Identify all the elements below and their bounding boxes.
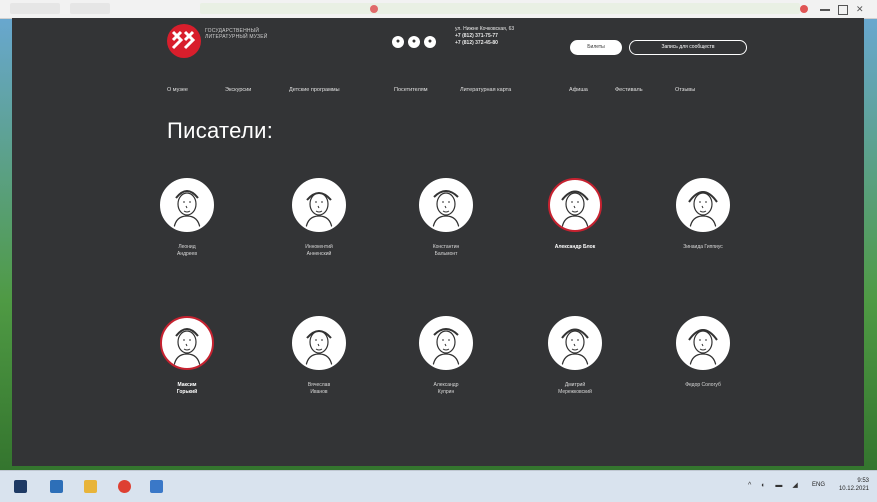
- logo-text: ГОСУДАРСТВЕННЫЙ ЛИТЕРАТУРНЫЙ МУЗЕЙ: [205, 28, 268, 40]
- vk-icon[interactable]: ●: [392, 36, 404, 48]
- writer-name-line1: Вячеслав: [307, 382, 331, 388]
- writer-name[interactable]: Иннокентий Анненский: [274, 244, 364, 258]
- writer-name[interactable]: Федор Сологуб: [658, 382, 748, 389]
- writer-card[interactable]: Максим Горький: [142, 316, 232, 396]
- writer-name-line1: Зинаида Гиппиус: [683, 244, 723, 250]
- writer-portrait[interactable]: [160, 178, 214, 232]
- writer-card[interactable]: Леонид Андреев: [142, 178, 232, 258]
- clock-date: 10.12.2021: [838, 486, 869, 492]
- profile-icon[interactable]: [800, 5, 808, 13]
- app-icon[interactable]: [150, 480, 163, 493]
- browser-toolbar: ✕: [0, 0, 877, 19]
- chat-icon[interactable]: ●: [408, 36, 420, 48]
- writer-portrait[interactable]: [419, 316, 473, 370]
- writer-card[interactable]: Александр Блок: [530, 178, 620, 251]
- writer-name-line1: Дмитрий: [564, 382, 586, 388]
- phone-1[interactable]: +7 (812) 371-75-77: [455, 33, 514, 40]
- logo-mark-icon: [171, 30, 196, 50]
- writer-portrait[interactable]: [419, 178, 473, 232]
- writer-name[interactable]: Максим Горький: [142, 382, 232, 396]
- nav-item-visitors[interactable]: Посетителям: [394, 84, 428, 96]
- writer-name-line2: Мережковский: [558, 389, 592, 395]
- contacts-block: ул. Нижне Кочковская, 63 +7 (812) 371-75…: [455, 26, 514, 47]
- writer-name-line2: Андреев: [176, 251, 197, 257]
- writer-name-line1: Константин: [432, 244, 460, 250]
- portrait-sketch-icon: [561, 190, 589, 229]
- portrait-sketch-icon: [305, 330, 333, 367]
- nav-item-events[interactable]: Афиша: [569, 84, 588, 96]
- taskbar: ^ ◐ ▬ ◢ ENG 9:53 10.12.2021: [0, 470, 877, 502]
- writer-portrait[interactable]: [548, 178, 602, 232]
- writer-card[interactable]: Вячеслав Иванов: [274, 316, 364, 396]
- writer-card[interactable]: Дмитрий Мережковский: [530, 316, 620, 396]
- writer-name[interactable]: Вячеслав Иванов: [274, 382, 364, 396]
- writer-name-line1: Иннокентий: [305, 244, 333, 250]
- clock[interactable]: 9:53 10.12.2021: [839, 477, 869, 493]
- writer-name[interactable]: Константин Бальмонт: [401, 244, 491, 258]
- phone-2[interactable]: +7 (812) 372-45-80: [455, 40, 514, 47]
- writer-name[interactable]: Александр Блок: [530, 244, 620, 251]
- minimize-icon[interactable]: [820, 9, 830, 11]
- address-bar[interactable]: [200, 3, 800, 14]
- writer-card[interactable]: Зинаида Гиппиус: [658, 178, 748, 251]
- nav-item-about[interactable]: О музее: [167, 84, 188, 96]
- writer-name[interactable]: Зинаида Гиппиус: [658, 244, 748, 251]
- start-icon[interactable]: [14, 480, 27, 493]
- writer-name-line2: Бальмонт: [434, 251, 458, 257]
- writer-name-line1: Федор Сологуб: [685, 382, 721, 388]
- writer-name-line1: Максим: [177, 382, 197, 388]
- nav-item-excursions[interactable]: Экскурсии: [225, 84, 251, 96]
- portrait-sketch-icon: [173, 328, 201, 367]
- writer-name[interactable]: Александр Куприн: [401, 382, 491, 396]
- close-icon[interactable]: ✕: [856, 5, 865, 14]
- portrait-sketch-icon: [561, 328, 589, 367]
- writer-portrait[interactable]: [676, 316, 730, 370]
- browser-tab[interactable]: [10, 3, 60, 14]
- writer-name-line1: Александр Блок: [554, 244, 596, 250]
- system-tray-icons[interactable]: ^ ◐ ▬ ◢: [748, 481, 802, 489]
- nav-item-reviews[interactable]: Отзывы: [675, 84, 695, 96]
- writer-card[interactable]: Константин Бальмонт: [401, 178, 491, 258]
- page-title: Писатели:: [167, 118, 274, 143]
- subscription-button[interactable]: Запись для сообществ: [629, 40, 747, 55]
- portrait-sketch-icon: [173, 190, 201, 229]
- portrait-sketch-icon: [305, 192, 333, 229]
- portrait-sketch-icon: [432, 328, 460, 367]
- nav-item-festival[interactable]: Фестиваль: [615, 84, 643, 96]
- writer-card[interactable]: Александр Куприн: [401, 316, 491, 396]
- portrait-sketch-icon: [688, 191, 718, 229]
- chrome-icon[interactable]: [118, 480, 131, 493]
- file-explorer-icon[interactable]: [84, 480, 97, 493]
- writer-portrait[interactable]: [292, 178, 346, 232]
- writer-name-line2: Горький: [176, 389, 198, 395]
- web-page: ГОСУДАРСТВЕННЫЙ ЛИТЕРАТУРНЫЙ МУЗЕЙ ● ● ●…: [12, 18, 864, 466]
- writer-card[interactable]: Иннокентий Анненский: [274, 178, 364, 258]
- clock-time: 9:53: [857, 478, 869, 484]
- museum-logo[interactable]: [167, 24, 201, 58]
- writer-portrait[interactable]: [548, 316, 602, 370]
- portrait-sketch-icon: [688, 329, 718, 367]
- maximize-icon[interactable]: [838, 5, 848, 15]
- language-indicator[interactable]: ENG: [812, 482, 825, 488]
- writer-portrait[interactable]: [676, 178, 730, 232]
- address-text: ул. Нижне Кочковская, 63: [455, 26, 515, 32]
- writer-name-line2: Иванов: [310, 389, 328, 395]
- nav-item-literary-map[interactable]: Литературная карта: [460, 84, 511, 96]
- task-view-icon[interactable]: [50, 480, 63, 493]
- writer-name-line1: Александр: [433, 382, 459, 388]
- nav-item-kids[interactable]: Детские программы: [289, 84, 340, 96]
- writer-portrait[interactable]: [160, 316, 214, 370]
- portrait-sketch-icon: [432, 190, 460, 229]
- writer-name-line2: Анненский: [306, 251, 332, 257]
- writer-name[interactable]: Дмитрий Мережковский: [530, 382, 620, 396]
- tickets-button[interactable]: Билеты: [570, 40, 622, 55]
- writer-card[interactable]: Федор Сологуб: [658, 316, 748, 389]
- writer-name-line2: Куприн: [437, 389, 455, 395]
- writer-portrait[interactable]: [292, 316, 346, 370]
- browser-tab[interactable]: [70, 3, 110, 14]
- telegram-icon[interactable]: ●: [424, 36, 436, 48]
- writer-name-line1: Леонид: [178, 244, 196, 250]
- site-favicon: [370, 5, 378, 13]
- writer-name[interactable]: Леонид Андреев: [142, 244, 232, 258]
